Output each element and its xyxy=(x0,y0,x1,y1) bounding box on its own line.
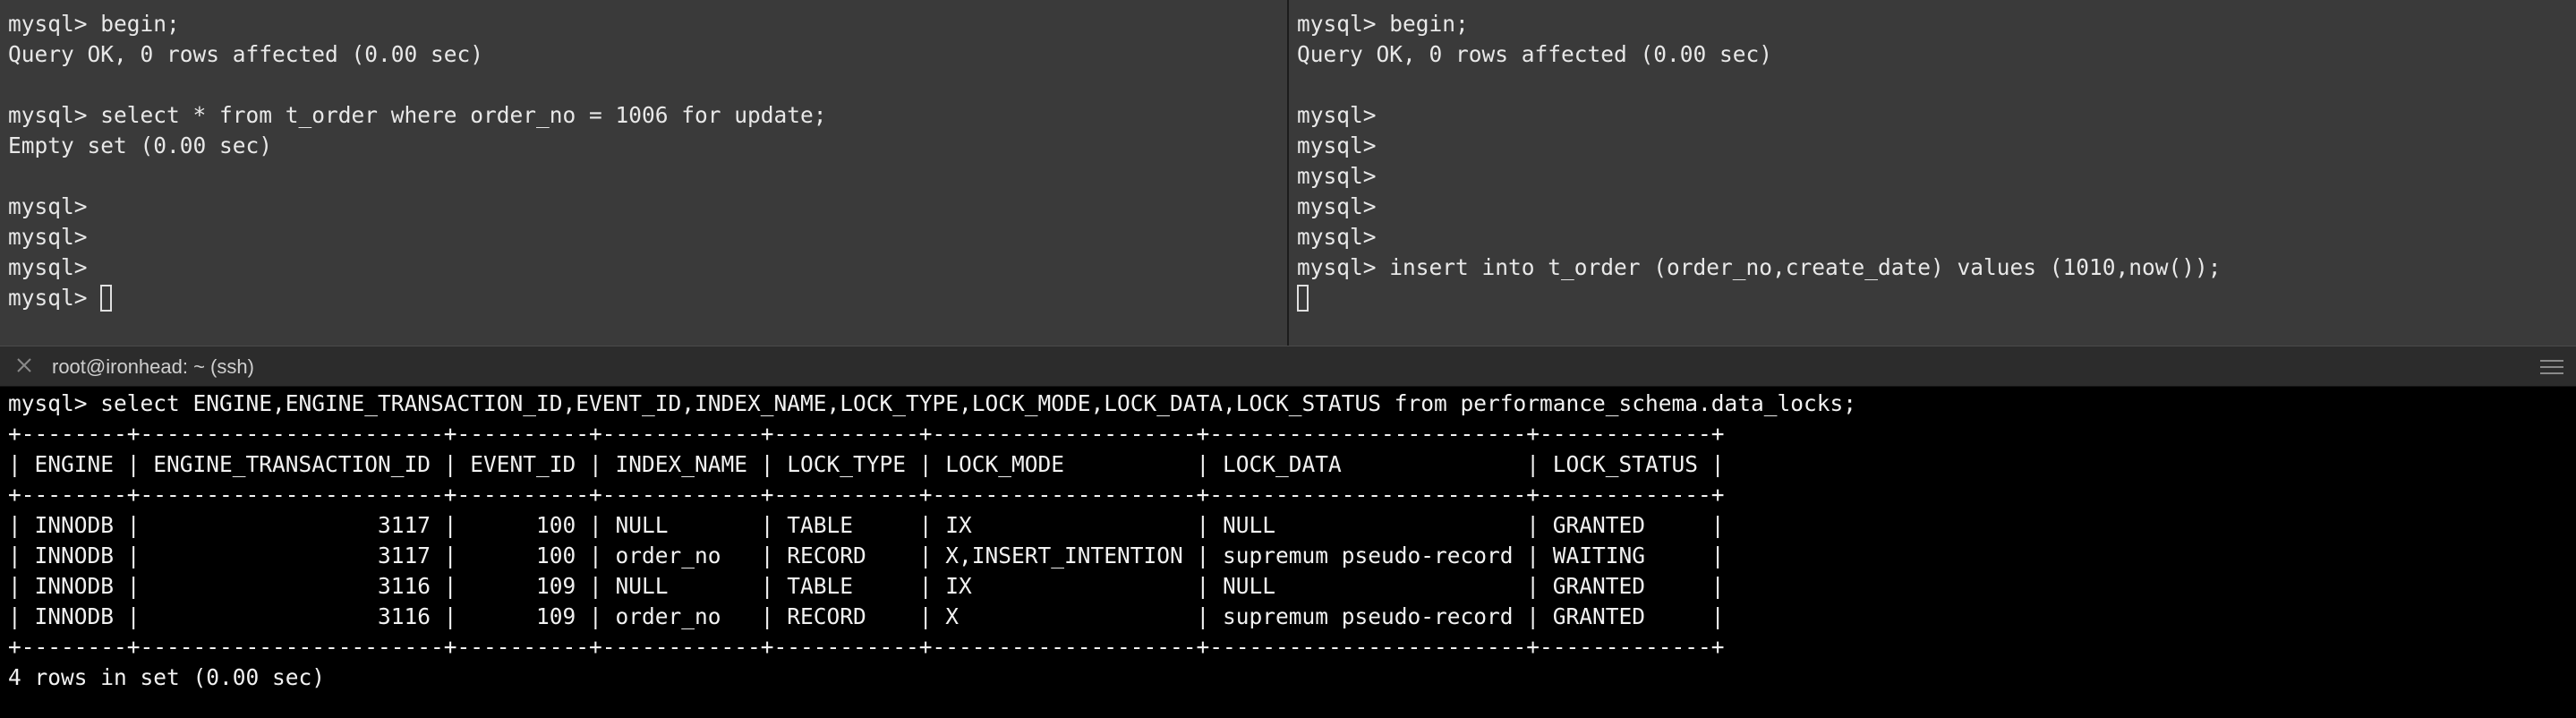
terminal-line: mysql> xyxy=(1297,163,1377,189)
pane-title: root@ironhead: ~ (ssh) xyxy=(52,355,254,378)
terminal-line: mysql> begin; xyxy=(8,11,180,37)
result-rows: | INNODB | 3117 | 100 | NULL | TABLE | I… xyxy=(8,510,1856,632)
table-row: | INNODB | 3116 | 109 | NULL | TABLE | I… xyxy=(8,573,1725,599)
terminal-output: mysql> select ENGINE,ENGINE_TRANSACTION_… xyxy=(8,389,1856,693)
terminal-pane-top-left[interactable]: mysql> begin; Query OK, 0 rows affected (… xyxy=(0,0,1287,346)
terminal-line: Query OK, 0 rows affected (0.00 sec) xyxy=(8,41,484,67)
terminal-line: mysql> begin; xyxy=(1297,11,1469,37)
terminal-line: mysql> insert into t_order (order_no,cre… xyxy=(1297,254,2222,280)
text-cursor xyxy=(100,285,113,312)
prompt-text: mysql> xyxy=(8,285,101,311)
terminal-prompt-line[interactable] xyxy=(1297,283,2222,313)
table-row: | INNODB | 3117 | 100 | order_no | RECOR… xyxy=(8,543,1725,568)
terminal-line: mysql> xyxy=(1297,193,1377,219)
terminal-pane-top-right[interactable]: mysql> begin; Query OK, 0 rows affected (… xyxy=(1289,0,2576,346)
terminal-line: mysql> xyxy=(1297,224,1377,250)
table-header: | ENGINE | ENGINE_TRANSACTION_ID | EVENT… xyxy=(8,451,1725,477)
terminal-line: mysql> select * from t_order where order… xyxy=(8,102,827,128)
terminal-line: mysql> xyxy=(8,193,88,219)
terminal-output: mysql> begin; Query OK, 0 rows affected (… xyxy=(1297,9,2222,313)
text-cursor xyxy=(1297,285,1309,312)
table-row: | INNODB | 3116 | 109 | order_no | RECOR… xyxy=(8,603,1725,629)
terminal-output: mysql> begin; Query OK, 0 rows affected (… xyxy=(8,9,827,313)
hamburger-menu-icon[interactable] xyxy=(2538,357,2565,377)
terminal-line: mysql> xyxy=(1297,102,1377,128)
result-footer: 4 rows in set (0.00 sec) xyxy=(8,664,326,690)
terminal-line: mysql> xyxy=(8,254,88,280)
table-border: +--------+-----------------------+------… xyxy=(8,634,1725,660)
close-icon[interactable] xyxy=(13,354,36,377)
table-border: +--------+-----------------------+------… xyxy=(8,421,1725,447)
terminal-prompt-line[interactable]: mysql> xyxy=(8,283,827,313)
terminal-line: mysql> xyxy=(1297,132,1377,158)
terminal-line: Empty set (0.00 sec) xyxy=(8,132,273,158)
terminal-line: Query OK, 0 rows affected (0.00 sec) xyxy=(1297,41,1773,67)
query-line: mysql> select ENGINE,ENGINE_TRANSACTION_… xyxy=(8,390,1857,416)
table-border: +--------+-----------------------+------… xyxy=(8,482,1725,508)
terminal-pane-bottom[interactable]: mysql> select ENGINE,ENGINE_TRANSACTION_… xyxy=(0,387,2576,718)
pane-title-bar: root@ironhead: ~ (ssh) xyxy=(0,346,2576,387)
terminal-line: mysql> xyxy=(8,224,88,250)
table-row: | INNODB | 3117 | 100 | NULL | TABLE | I… xyxy=(8,512,1725,538)
